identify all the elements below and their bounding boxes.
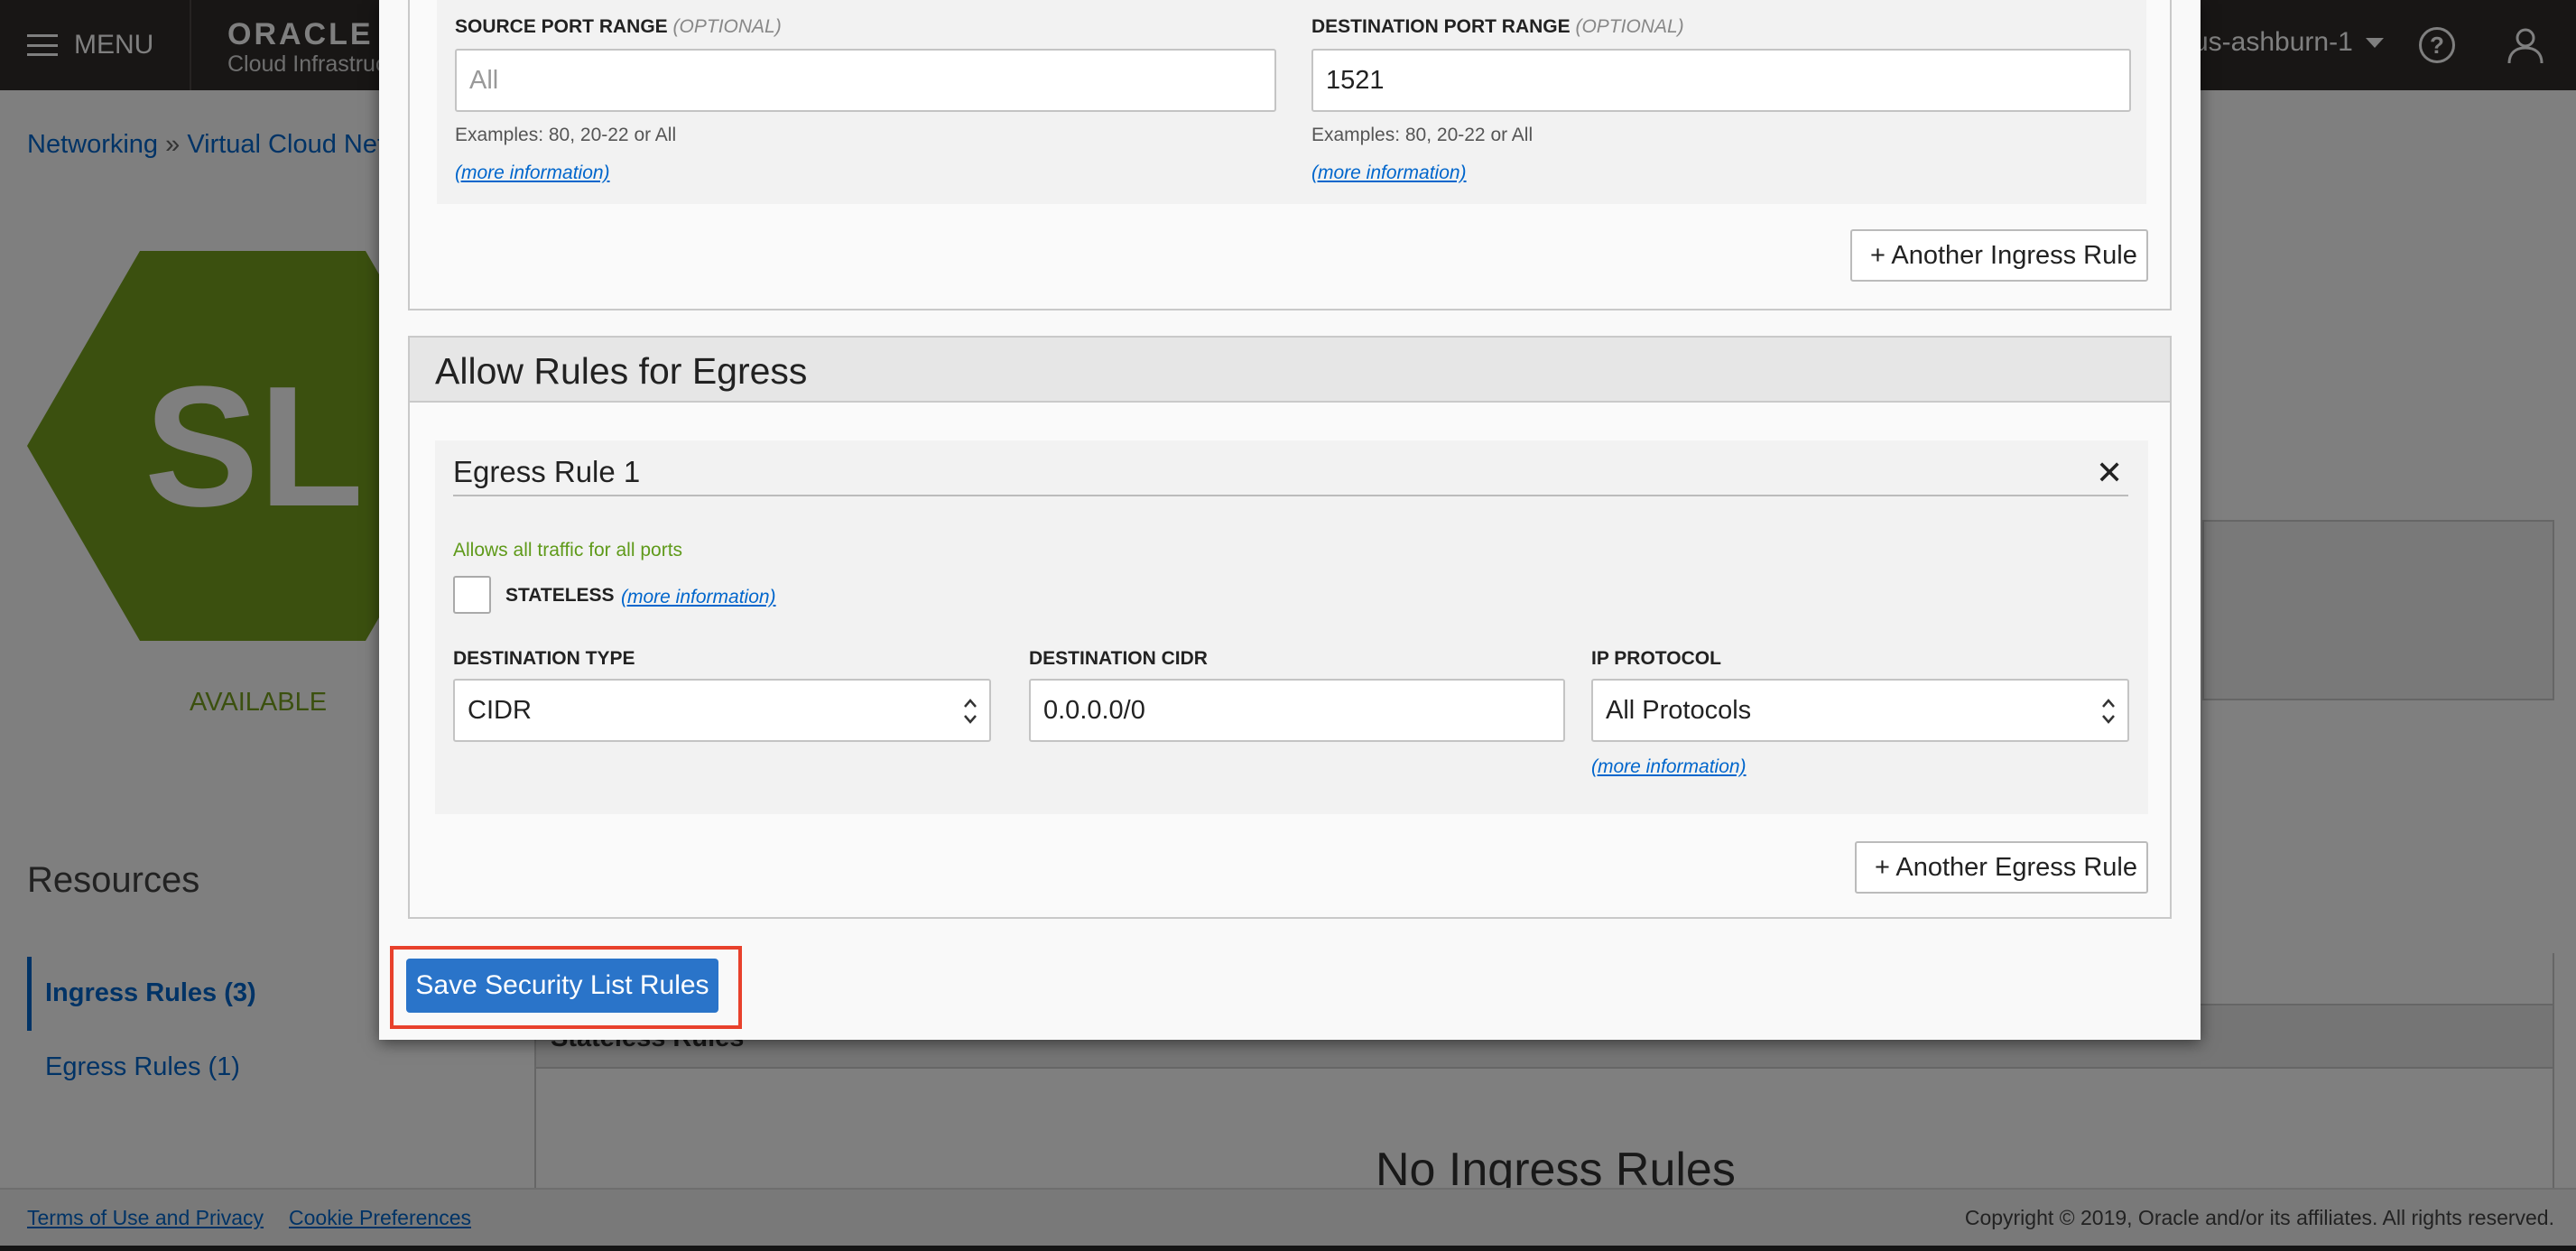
ip-protocol-more-info-link[interactable]: (more information) [1591, 756, 1747, 778]
destination-type-value: CIDR [468, 696, 532, 725]
destination-cidr-label: DESTINATION CIDR [1029, 648, 1208, 669]
ip-protocol-value: All Protocols [1606, 696, 1752, 725]
source-port-label: SOURCE PORT RANGE (OPTIONAL) [455, 16, 782, 37]
destination-type-label: DESTINATION TYPE [453, 648, 635, 669]
destination-type-select[interactable]: CIDR [453, 679, 991, 742]
stateless-checkbox[interactable] [453, 576, 491, 614]
rule-title-divider [453, 495, 2128, 496]
dest-port-hint: Examples: 80, 20-22 or All [1311, 125, 1534, 145]
edit-security-list-dialog: SOURCE PORT RANGE (OPTIONAL) Examples: 8… [379, 0, 2201, 1040]
stateless-label: STATELESS [505, 585, 615, 606]
source-port-more-info-link[interactable]: (more information) [455, 162, 610, 184]
egress-rule-box: Egress Rule 1 ✕ Allows all traffic for a… [435, 440, 2148, 814]
highlight-box [390, 946, 742, 1029]
dest-port-input[interactable] [1311, 49, 2131, 112]
close-icon[interactable]: ✕ [2096, 457, 2123, 489]
select-arrows-icon [964, 699, 977, 724]
ip-protocol-select[interactable]: All Protocols [1591, 679, 2129, 742]
another-ingress-rule-button[interactable]: + Another Ingress Rule [1850, 229, 2148, 282]
egress-rule-title: Egress Rule 1 [453, 455, 641, 488]
dest-port-more-info-link[interactable]: (more information) [1311, 162, 1467, 184]
stateless-more-info-link[interactable]: (more information) [621, 587, 776, 608]
source-port-hint: Examples: 80, 20-22 or All [455, 125, 677, 145]
ingress-rule-box: SOURCE PORT RANGE (OPTIONAL) Examples: 8… [437, 0, 2146, 204]
egress-section: Allow Rules for Egress Egress Rule 1 ✕ A… [408, 336, 2172, 919]
select-arrows-icon [2102, 699, 2115, 724]
ip-protocol-label: IP PROTOCOL [1591, 648, 1721, 669]
egress-section-header: Allow Rules for Egress [410, 338, 2170, 403]
source-port-input[interactable] [455, 49, 1276, 112]
destination-cidr-input[interactable] [1029, 679, 1565, 742]
egress-section-title: Allow Rules for Egress [435, 350, 808, 392]
ingress-section: SOURCE PORT RANGE (OPTIONAL) Examples: 8… [408, 0, 2172, 310]
another-egress-rule-button[interactable]: + Another Egress Rule [1855, 841, 2148, 894]
dest-port-label: DESTINATION PORT RANGE (OPTIONAL) [1311, 16, 1684, 37]
egress-rule-note: Allows all traffic for all ports [453, 540, 683, 561]
